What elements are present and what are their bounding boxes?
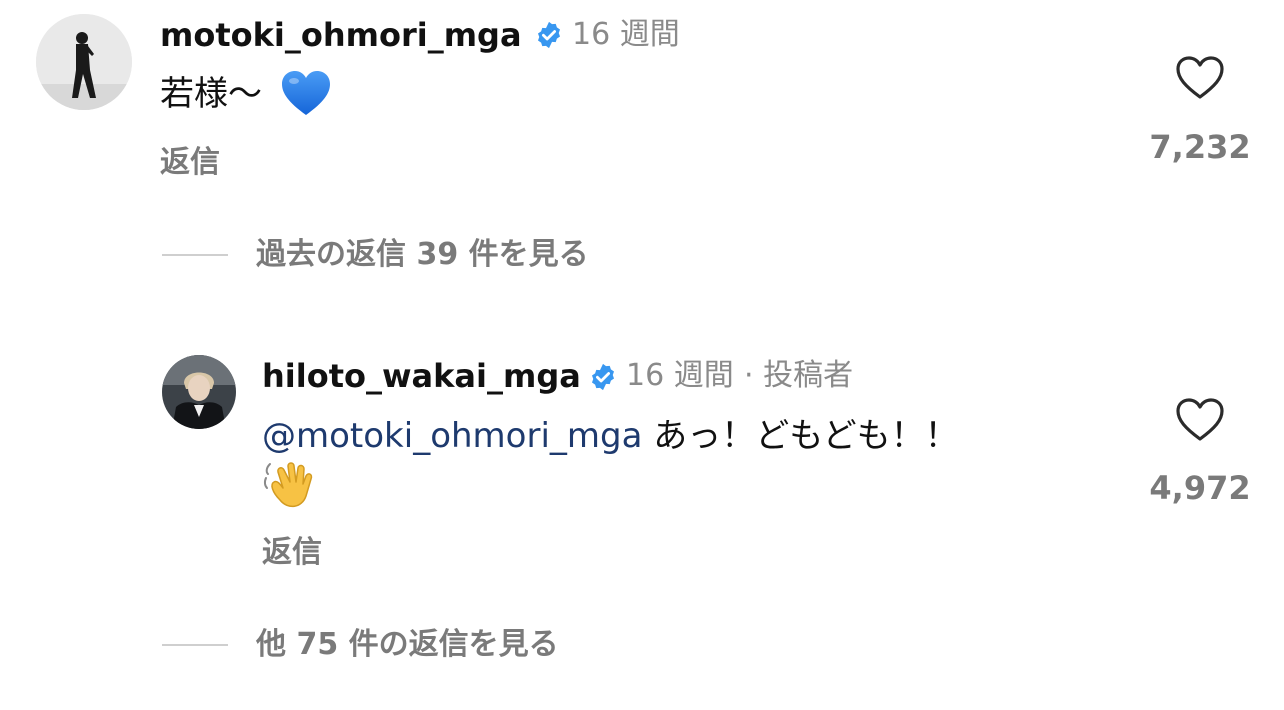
view-replies-button[interactable]: 過去の返信 39 件を見る [256, 235, 589, 275]
heart-like-icon[interactable] [1175, 397, 1225, 443]
verified-badge-icon [592, 363, 614, 391]
waving-hand-icon [263, 462, 313, 508]
comment-username[interactable]: motoki_ohmori_mga [160, 15, 522, 55]
divider-line [162, 644, 228, 646]
comments-screen: motoki_ohmori_mga 16 週間 若様〜 返信 7,232 過去の… [0, 0, 1284, 710]
view-replies-button[interactable]: 他 75 件の返信を見る [256, 625, 559, 665]
comment-username[interactable]: hiloto_wakai_mga [262, 356, 581, 396]
comment-text: 若様〜 [160, 74, 262, 114]
comment-timestamp: 16 週間 [572, 17, 680, 52]
avatar-hiloto[interactable] [162, 355, 236, 429]
divider-line [162, 254, 228, 256]
comment-timestamp: 16 週間 [626, 358, 734, 393]
verified-badge-icon [538, 21, 560, 49]
reply-button[interactable]: 返信 [262, 533, 322, 573]
reply-button[interactable]: 返信 [160, 143, 220, 183]
blue-heart-icon [282, 71, 330, 115]
heart-like-icon[interactable] [1175, 55, 1225, 101]
like-count: 7,232 [1149, 128, 1251, 166]
comment-body: あっ！どもども！！ [642, 416, 959, 456]
avatar-motoki[interactable] [36, 14, 132, 110]
comment-text: @motoki_ohmori_mga あっ！どもども！！ [262, 413, 959, 459]
avatar-image [36, 14, 132, 110]
avatar-image [162, 355, 236, 429]
mention-link[interactable]: @motoki_ohmori_mga [262, 416, 642, 456]
author-tag: · 投稿者 [744, 358, 854, 393]
like-count: 4,972 [1149, 469, 1251, 507]
